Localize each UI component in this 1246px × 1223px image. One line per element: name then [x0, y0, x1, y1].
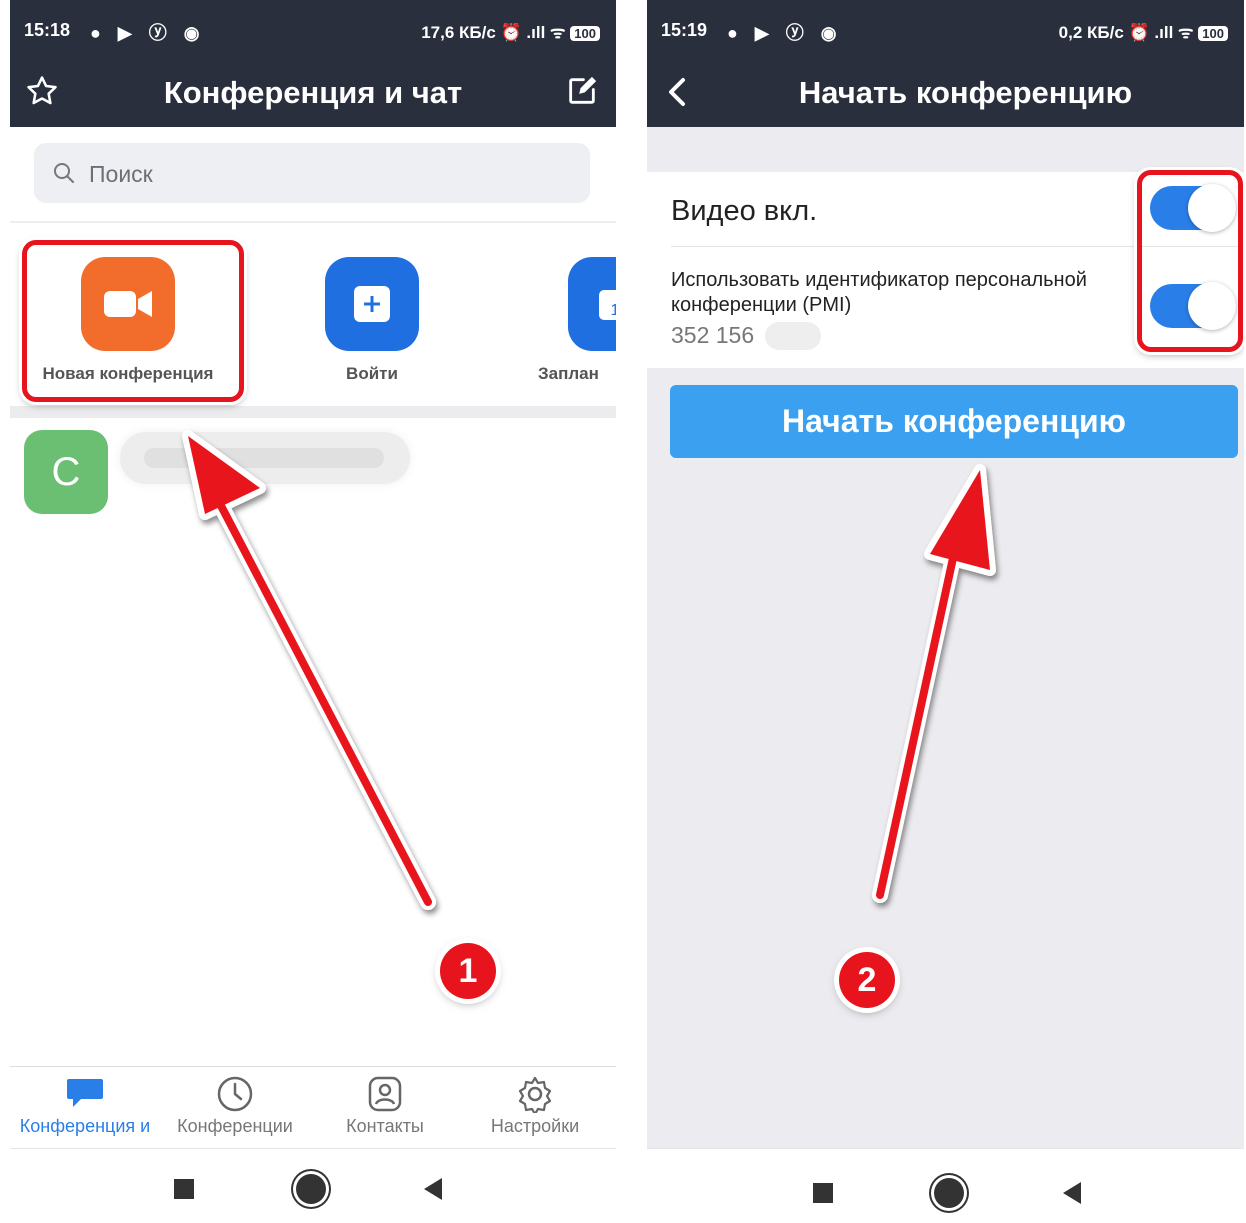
recent-apps-icon[interactable] — [813, 1183, 833, 1203]
search-placeholder: Поиск — [89, 161, 153, 187]
highlight-toggles — [1137, 170, 1243, 352]
android-nav-bar — [10, 1148, 616, 1223]
chat-bubble-icon — [10, 1075, 160, 1111]
back-triangle-icon[interactable] — [424, 1178, 442, 1200]
schedule-label: Заплан — [538, 364, 599, 383]
step-badge-1: 1 — [440, 943, 496, 999]
join-label: Войти — [346, 364, 398, 383]
highlight-new-meeting — [22, 240, 244, 402]
tab-label: Настройки — [490, 1116, 580, 1136]
divider — [10, 221, 616, 223]
android-nav-bar — [647, 1148, 1244, 1223]
gear-icon — [460, 1075, 610, 1113]
search-icon — [52, 161, 76, 190]
back-triangle-icon[interactable] — [1063, 1182, 1081, 1204]
status-bar: 15:19 ● ▶ ⓨ ◉ 0,2 КБ/с ⏰ .ıll ᯤ 100 — [647, 0, 1244, 60]
edit-icon[interactable] — [562, 71, 602, 111]
avatar-initial: C — [51, 449, 81, 494]
calendar-icon: 1 — [568, 257, 616, 351]
search-input[interactable]: Поиск — [34, 143, 590, 203]
avatar[interactable]: C — [24, 430, 108, 514]
app-header: Конференция и чат — [10, 60, 616, 127]
video-on-label: Видео вкл. — [671, 195, 818, 227]
home-icon[interactable] — [296, 1174, 326, 1204]
pmi-label: Использовать идентификатор персональной … — [671, 269, 1087, 316]
notification-icons: ● ▶ ⓨ ◉ — [90, 23, 206, 43]
schedule-button[interactable]: 1 Заплан — [538, 257, 616, 387]
tab-label: Конференция и — [19, 1116, 151, 1136]
section-divider — [10, 406, 616, 418]
page-title: Конференция и чат — [163, 75, 463, 110]
clock-icon — [160, 1075, 310, 1113]
status-network: 0,2 КБ/с ⏰ .ıll ᯤ 100 — [1059, 20, 1228, 43]
recent-apps-icon[interactable] — [174, 1179, 194, 1199]
blurred-pmi-digits — [765, 322, 821, 350]
status-time: 15:18 — [24, 20, 71, 40]
battery-level: 100 — [1198, 26, 1228, 41]
app-header: Начать конференцию — [647, 60, 1244, 127]
status-network: 17,6 КБ/с ⏰ .ıll ᯤ 100 — [421, 20, 600, 43]
tab-label: Контакты — [346, 1116, 424, 1136]
start-meeting-button[interactable]: Начать конференцию — [670, 385, 1238, 458]
phone-screen-start-meeting: 15:19 ● ▶ ⓨ ◉ 0,2 КБ/с ⏰ .ıll ᯤ 100 Нача… — [647, 0, 1244, 1223]
plus-icon — [325, 257, 419, 351]
svg-text:1: 1 — [611, 302, 616, 319]
tab-label: Конференции — [177, 1116, 293, 1136]
bottom-tab-bar: Конференция и Конференции Контакты Настр… — [10, 1066, 616, 1149]
phone-screen-conference-chat: 15:18 ● ▶ ⓨ ◉ 17,6 КБ/с ⏰ .ıll ᯤ 100 Кон… — [10, 0, 616, 1223]
network-speed: 17,6 КБ/с — [421, 23, 496, 42]
blurred-contact-name — [120, 432, 410, 484]
step-badge-2: 2 — [839, 952, 895, 1008]
page-title: Начать конференцию — [798, 75, 1133, 110]
notification-icons: ● ▶ ⓨ ◉ — [727, 23, 843, 43]
home-icon[interactable] — [934, 1178, 964, 1208]
status-bar: 15:18 ● ▶ ⓨ ◉ 17,6 КБ/с ⏰ .ıll ᯤ 100 — [10, 0, 616, 60]
pmi-number: 352 156 — [671, 322, 755, 348]
contact-card-icon — [310, 1075, 460, 1113]
join-button[interactable]: Войти — [325, 257, 419, 387]
network-speed: 0,2 КБ/с — [1058, 23, 1124, 42]
status-time: 15:19 — [661, 20, 708, 40]
battery-level: 100 — [570, 26, 600, 41]
